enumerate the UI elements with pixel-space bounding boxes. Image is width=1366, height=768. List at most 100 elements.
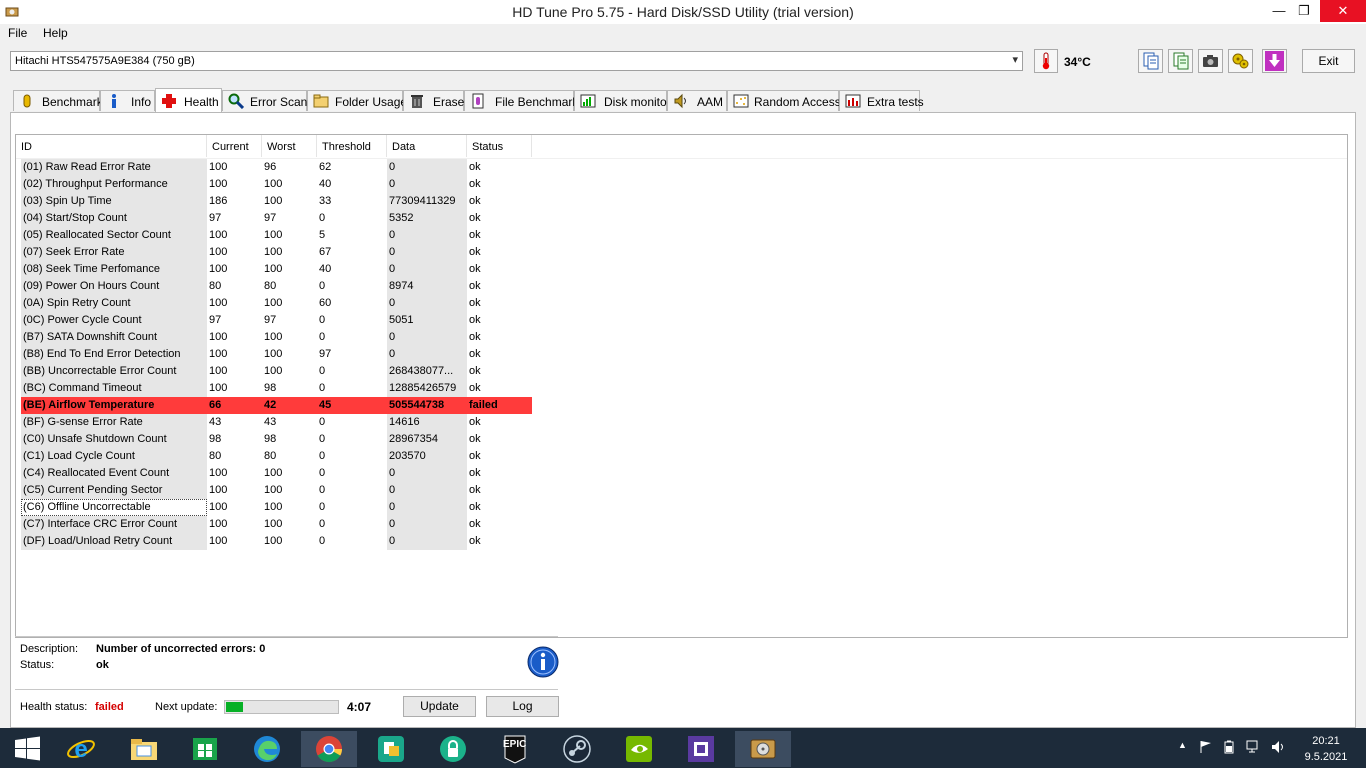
exit-button[interactable]: Exit [1302,49,1355,73]
options-icon [1232,53,1249,69]
save-button[interactable] [1262,49,1287,73]
taskbar-file-explorer[interactable] [116,731,172,767]
tab-aam[interactable]: AAM [667,90,727,111]
start-button[interactable] [0,731,56,767]
network-icon[interactable] [1246,740,1262,757]
tab-folder-usage[interactable]: Folder Usage [307,90,407,111]
cell-worst: 100 [264,501,283,513]
cell-id: (0C) Power Cycle Count [21,312,207,329]
cell-worst: 96 [264,161,277,173]
taskbar-chrome[interactable] [301,731,357,767]
cell-threshold: 45 [317,397,387,414]
cell-data: 0 [387,516,467,533]
cell-id: (05) Reallocated Sector Count [21,227,207,244]
column-header-data[interactable]: Data [387,135,467,157]
window-title: HD Tune Pro 5.75 - Hard Disk/SSD Utility… [512,4,854,20]
column-header-id[interactable]: ID [16,135,207,157]
taskbar-store[interactable] [177,731,233,767]
tab-error-scan[interactable]: Error Scan [222,90,307,111]
volume-icon[interactable] [1271,740,1287,757]
trash-icon [411,95,423,108]
cell-current: 100 [209,501,228,513]
health-status-label: Health status: [20,701,88,713]
description-value: Number of uncorrected errors: 0 [96,643,266,655]
cell-worst: 98 [264,382,277,394]
cell-worst: 80 [264,450,277,462]
tab-random-access[interactable]: Random Access [727,90,841,111]
save-icon [1265,51,1284,71]
tray-expand-icon[interactable]: ▲ [1178,740,1187,750]
log-button[interactable]: Log [486,696,559,717]
taskbar-hd-tune[interactable] [735,731,791,767]
health-cross-icon [162,94,176,108]
tab-disk-monitor[interactable]: Disk monitor [574,90,671,111]
chrome-icon [316,736,343,763]
taskbar-edge[interactable] [239,731,295,767]
system-clock[interactable]: 20:21 9.5.2021 [1296,733,1356,765]
cell-current: 66 [207,397,262,414]
close-button[interactable]: ✕ [1320,0,1366,22]
windows-start-icon [15,736,40,761]
cell-status: ok [469,365,481,377]
tab-benchmark[interactable]: Benchmark [13,90,103,111]
column-header-current[interactable]: Current [207,135,262,157]
cell-id: (08) Seek Time Perfomance [21,261,207,278]
screenshot-button[interactable] [1198,49,1223,73]
countdown: 4:07 [347,700,372,714]
taskbar-steam[interactable] [549,731,605,767]
taskbar-vpn[interactable] [425,731,481,767]
cell-threshold: 0 [319,535,326,547]
random-access-icon [733,94,749,108]
cell-id: (BB) Uncorrectable Error Count [21,363,207,380]
cell-worst: 100 [264,297,283,309]
taskbar-nvidia[interactable] [611,731,667,767]
menu-file[interactable]: File [8,26,27,40]
taskbar-epic-games[interactable]: EPIC [487,731,543,767]
tab-health[interactable]: Health [155,88,222,112]
options-button[interactable] [1228,49,1253,73]
cell-data: 12885426579 [387,380,467,397]
cell-status: ok [469,484,481,496]
tab-extra-tests[interactable]: Extra tests [839,90,924,111]
cell-threshold: 0 [319,450,326,462]
cell-worst: 43 [264,416,277,428]
cell-id: (0A) Spin Retry Count [21,295,207,312]
battery-icon[interactable] [1222,740,1236,757]
tab-info[interactable]: Info [100,90,155,111]
cell-worst: 100 [264,518,283,530]
column-header-worst[interactable]: Worst [262,135,317,157]
cell-worst: 100 [264,365,283,377]
copy-text-button[interactable] [1138,49,1163,73]
cell-current: 100 [209,535,228,547]
health-status-value: failed [95,701,124,713]
taskbar-app[interactable] [363,731,419,767]
cell-worst: 100 [264,348,283,360]
cell-current: 100 [209,297,228,309]
tab-erase[interactable]: Erase [403,90,464,111]
copy-info-button[interactable] [1168,49,1193,73]
cell-id: (03) Spin Up Time [21,193,207,210]
cell-status: ok [469,263,481,275]
cell-threshold: 97 [319,348,332,360]
cell-data: 0 [387,244,467,261]
clock-date: 9.5.2021 [1304,751,1348,763]
cell-status: ok [469,195,481,207]
cell-status: ok [469,450,481,462]
update-button[interactable]: Update [403,696,476,717]
flag-icon[interactable] [1199,740,1213,757]
column-header-status[interactable]: Status [467,135,532,157]
drive-select[interactable]: Hitachi HTS547575A9E384 (750 gB) ▾ [10,51,1023,71]
column-header-threshold[interactable]: Threshold [317,135,387,157]
cell-status: ok [469,280,481,292]
smart-attributes-table[interactable]: ID Current Worst Threshold Data Status (… [15,134,1348,638]
copy-text-icon [1143,52,1159,70]
taskbar-internet-explorer[interactable]: e [53,731,109,767]
tab-file-benchmark[interactable]: File Benchmark [464,90,578,111]
taskbar-cpu-z[interactable] [673,731,729,767]
cell-current: 186 [209,195,228,207]
cell-id: (BE) Airflow Temperature [21,397,207,414]
menu-help[interactable]: Help [43,26,68,40]
cell-data: 0 [387,329,467,346]
extra-tests-icon [845,94,861,108]
cell-data: 0 [387,295,467,312]
